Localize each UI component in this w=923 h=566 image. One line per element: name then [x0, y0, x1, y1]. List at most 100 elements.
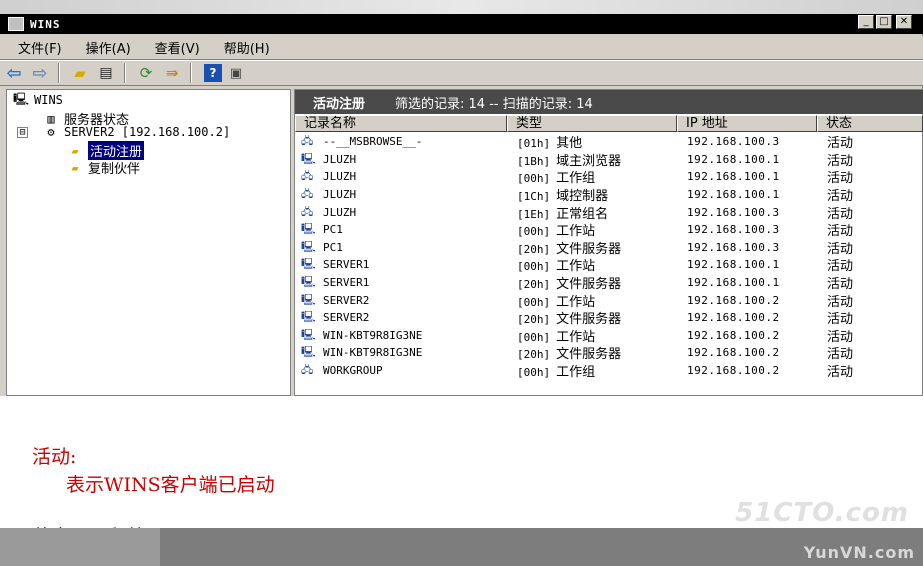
column-header-name[interactable]: 记录名称: [295, 115, 507, 132]
show-hide-tree-icon[interactable]: ▤: [94, 62, 118, 84]
title-bar[interactable]: WINS: [0, 14, 923, 34]
computer-icon: 🖳: [301, 311, 316, 324]
table-row[interactable]: 🖳 JLUZH [1Bh] 域主浏览器 192.168.100.1 活动: [295, 151, 923, 169]
up-folder-icon[interactable]: ▰: [68, 62, 92, 84]
help-icon[interactable]: ?: [204, 64, 222, 82]
table-row[interactable]: 🖧 JLUZH [1Ch] 域控制器 192.168.100.1 活动: [295, 186, 923, 204]
restore-icon[interactable]: □: [876, 15, 892, 29]
record-state: 活动: [827, 347, 854, 363]
record-name-cell: 🖳 SERVER2: [295, 294, 507, 307]
close-icon[interactable]: ✕: [896, 15, 912, 29]
group-icon: 🖧: [301, 188, 314, 201]
computer-icon: 🖳: [301, 258, 316, 271]
table-row[interactable]: 🖳 SERVER1 [00h] 工作站 192.168.100.1 活动: [295, 256, 923, 274]
record-state: 活动: [827, 277, 854, 293]
table-row[interactable]: 🖧 WORKGROUP [00h] 工作组 192.168.100.2 活动: [295, 362, 923, 380]
record-type-code: [00h]: [517, 225, 551, 239]
record-name: PC1: [323, 240, 343, 254]
record-name-cell: 🖳 PC1: [295, 223, 507, 236]
record-ip: 192.168.100.2: [687, 328, 780, 342]
table-row[interactable]: 🖳 SERVER2 [00h] 工作站 192.168.100.2 活动: [295, 291, 923, 310]
column-header-state[interactable]: 状态: [817, 115, 923, 132]
group-icon: 🖧: [301, 364, 314, 377]
record-type-cell: [00h] 工作站: [507, 220, 677, 239]
record-type-code: [20h]: [517, 242, 551, 256]
record-name: SERVER1: [323, 258, 370, 272]
record-type-code: [20h]: [517, 278, 551, 292]
record-ip: 192.168.100.1: [687, 188, 780, 202]
table-row[interactable]: 🖳 SERVER2 [20h] 文件服务器 192.168.100.2 活动: [295, 309, 923, 327]
record-name: JLUZH: [323, 152, 357, 166]
record-ip: 192.168.100.1: [687, 170, 780, 184]
records-list: 🖧 --__MSBROWSE__- [01h] 其他 192.168.100.3 活动 🖳 J…: [295, 133, 923, 380]
record-state: 活动: [827, 312, 854, 328]
record-type-cell: [00h] 工作站: [507, 255, 677, 274]
record-type-code: [00h]: [517, 172, 551, 186]
menu-action[interactable]: 操作(A): [86, 38, 131, 57]
record-state: 活动: [827, 329, 854, 345]
note-heading: 活动:: [32, 446, 77, 468]
details-title: 活动注册: [313, 96, 366, 112]
record-type-code: [1Eh]: [517, 207, 551, 221]
menu-view[interactable]: 查看(V): [155, 38, 200, 57]
record-ip: 192.168.100.3: [687, 135, 780, 149]
record-name: WIN-KBT9R8IG3NE: [323, 346, 423, 360]
record-type-cell: [20h] 文件服务器: [507, 308, 677, 327]
table-row[interactable]: 🖳 PC1 [20h] 文件服务器 192.168.100.3 活动: [295, 239, 923, 257]
table-row[interactable]: 🖳 PC1 [00h] 工作站 192.168.100.3 活动: [295, 221, 923, 239]
details-header: 活动注册 筛选的记录: 14 -- 扫描的记录: 14: [295, 90, 923, 114]
table-row[interactable]: 🖳 WIN-KBT9R8IG3NE [00h] 工作站 192.168.100.2 活动: [295, 327, 923, 345]
group-icon: 🖧: [301, 170, 314, 183]
toolbar-separator: [124, 63, 126, 83]
table-row[interactable]: 🖳 WIN-KBT9R8IG3NE [20h] 文件服务器 192.168.100.2 活…: [295, 344, 923, 362]
record-type-cell: [1Eh] 正常组名: [507, 203, 677, 222]
back-arrow-icon[interactable]: ⇦: [2, 62, 26, 84]
column-header-type[interactable]: 类型: [507, 115, 677, 132]
record-type-code: [1Ch]: [517, 190, 551, 204]
record-type-cell: [20h] 文件服务器: [507, 273, 677, 292]
table-row[interactable]: 🖧 JLUZH [1Eh] 正常组名 192.168.100.3 活动: [295, 203, 923, 222]
record-type-cell: [00h] 工作站: [507, 291, 677, 310]
record-ip: 192.168.100.3: [687, 223, 780, 237]
table-row[interactable]: 🖧 --__MSBROWSE__- [01h] 其他 192.168.100.3 活动: [295, 133, 923, 151]
record-summary: 筛选的记录: 14 -- 扫描的记录: 14: [395, 96, 593, 112]
record-ip: 192.168.100.2: [687, 311, 780, 325]
record-ip: 192.168.100.3: [687, 240, 780, 254]
record-name: SERVER2: [323, 311, 370, 325]
record-type-code: [1Bh]: [517, 154, 551, 168]
tree-node-server2[interactable]: ⚙ SERVER2 [192.168.100.2]: [43, 125, 230, 139]
menu-file[interactable]: 文件(F): [18, 38, 62, 57]
computer-icon: 🖳: [301, 328, 316, 341]
menu-help[interactable]: 帮助(H): [224, 38, 270, 57]
export-list-icon[interactable]: ⇛: [160, 62, 184, 84]
record-name: SERVER2: [323, 293, 370, 307]
window-controls: _ □ ✕: [858, 15, 912, 29]
refresh-icon[interactable]: ⟳: [134, 62, 158, 84]
forward-arrow-icon[interactable]: ⇨: [28, 62, 52, 84]
watermark-yunvn: YunVN.com: [803, 543, 915, 562]
record-type-cell: [20h] 文件服务器: [507, 343, 677, 362]
tree-node-wins[interactable]: 🖳 WINS: [13, 92, 63, 108]
table-row[interactable]: 🖧 JLUZH [00h] 工作组 192.168.100.1 活动: [295, 168, 923, 186]
group-icon: 🖧: [301, 205, 314, 218]
record-name-cell: 🖳 SERVER1: [295, 276, 507, 289]
record-type-cell: [01h] 其他: [507, 132, 677, 151]
table-row[interactable]: 🖳 SERVER1 [20h] 文件服务器 192.168.100.1 活动: [295, 274, 923, 292]
column-header-ip[interactable]: IP 地址: [677, 115, 817, 132]
tree-node-replication-partners[interactable]: ▰ 复制伙伴: [67, 158, 140, 178]
watermark-51cto: 51CTO.com: [735, 498, 909, 528]
record-state: 活动: [827, 259, 854, 275]
collapse-toggle-icon[interactable]: ⊟: [17, 127, 28, 138]
properties-icon[interactable]: ▣: [224, 62, 248, 84]
replication-folder-icon: ▰: [71, 160, 79, 175]
record-ip: 192.168.100.2: [687, 293, 780, 307]
record-type-code: [00h]: [517, 366, 551, 380]
minimize-icon[interactable]: _: [858, 15, 874, 29]
record-name-cell: 🖧 JLUZH: [295, 206, 507, 219]
server-icon: ⚙: [47, 125, 55, 139]
record-ip: 192.168.100.3: [687, 205, 780, 219]
column-headers: 记录名称 类型 IP 地址 状态: [295, 115, 923, 132]
record-name-cell: 🖧 WORKGROUP: [295, 364, 507, 377]
wins-app-icon: [8, 17, 24, 31]
toolbar: ⇦ ⇨ ▰ ▤ ⟳ ⇛ ? ▣: [0, 60, 923, 86]
